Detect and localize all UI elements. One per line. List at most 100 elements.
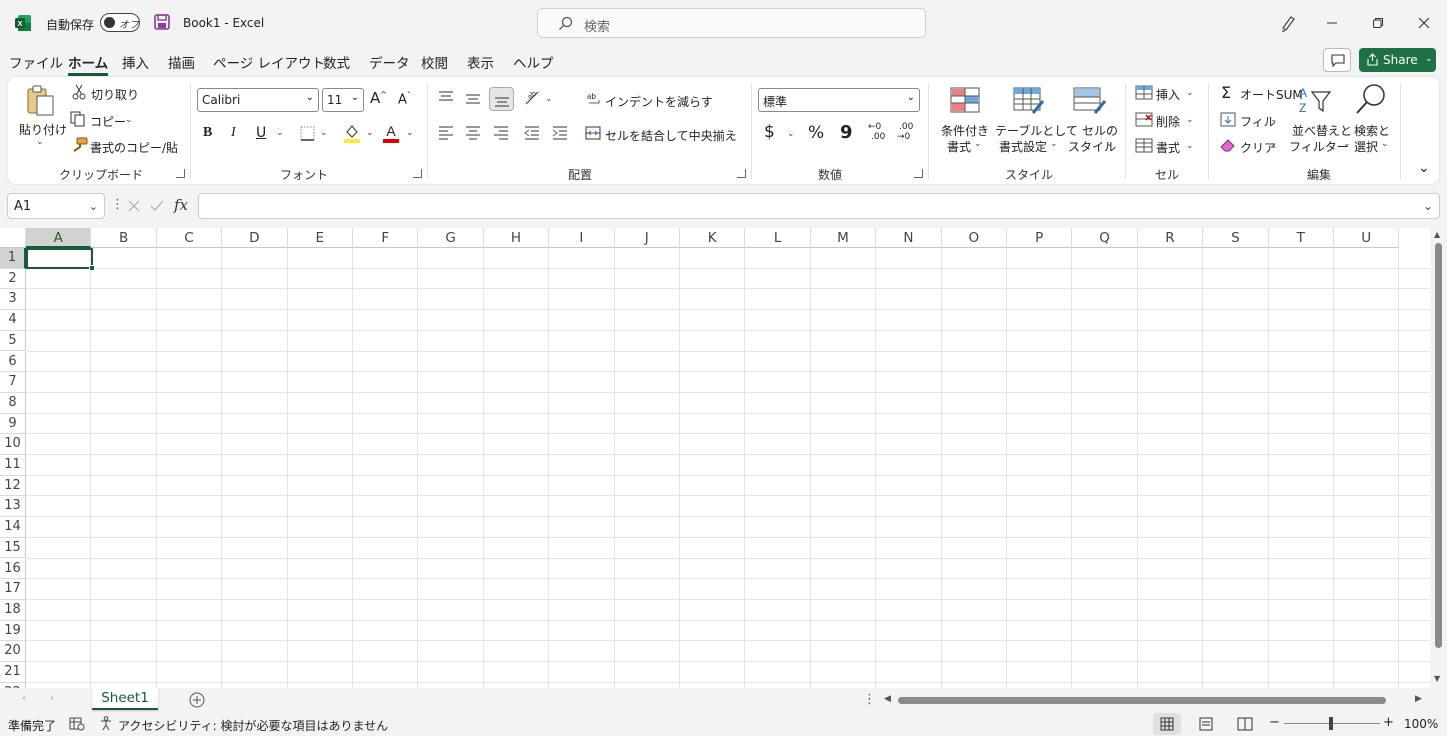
column-header-i[interactable]: I [549, 228, 615, 248]
autosum-button[interactable]: オートSUM [1240, 86, 1303, 103]
row-header-16[interactable]: 16 [0, 558, 26, 580]
row-header-6[interactable]: 6 [0, 351, 26, 373]
align-right-icon[interactable] [493, 126, 509, 140]
prev-sheet-icon[interactable]: ‹ [22, 693, 26, 704]
column-header-a[interactable]: A [26, 228, 92, 248]
row-header-7[interactable]: 7 [0, 372, 26, 393]
column-header-t[interactable]: T [1268, 228, 1334, 248]
row-header-9[interactable]: 9 [0, 413, 26, 435]
grow-font-icon[interactable]: A^ [370, 89, 387, 107]
active-cell[interactable] [26, 248, 93, 269]
workbook-stats-icon[interactable] [69, 717, 85, 731]
accessibility-status[interactable]: アクセシビリティ: 検討が必要な項目はありません [118, 717, 388, 734]
formula-input[interactable]: ⌄ [198, 193, 1440, 219]
more-options-icon[interactable]: ⋮ [111, 197, 124, 212]
increase-decimal-button[interactable]: ←0 .00 [868, 122, 890, 146]
borders-icon[interactable] [300, 126, 315, 141]
column-header-m[interactable]: M [810, 228, 877, 248]
share-button[interactable]: Share ⌄ [1359, 48, 1436, 72]
merge-center-button[interactable]: セルを結合して中央揃え [605, 127, 737, 144]
normal-view-button[interactable] [1153, 713, 1181, 735]
row-header-15[interactable]: 15 [0, 537, 26, 559]
pen-button[interactable] [1277, 12, 1299, 34]
horizontal-scroll-thumb[interactable] [898, 697, 1386, 704]
currency-button[interactable]: $ [764, 122, 775, 142]
font-name-select[interactable]: Calibri ⌄ [197, 88, 319, 112]
row-header-18[interactable]: 18 [0, 599, 26, 621]
fill-color-chevron-icon[interactable]: ⌄ [366, 128, 374, 138]
fill-handle[interactable] [89, 265, 95, 271]
autosave-toggle[interactable]: オフ [100, 13, 140, 32]
column-header-s[interactable]: S [1203, 228, 1269, 248]
row-header-4[interactable]: 4 [0, 310, 26, 331]
underline-button[interactable]: U [256, 125, 266, 141]
enter-icon[interactable] [150, 200, 164, 212]
column-header-n[interactable]: N [876, 228, 942, 248]
row-header-10[interactable]: 10 [0, 434, 26, 455]
orientation-chevron-icon[interactable]: ⌄ [545, 94, 553, 104]
column-header-o[interactable]: O [941, 228, 1007, 248]
cut-button[interactable]: 切り取り [91, 86, 139, 103]
close-button[interactable] [1413, 12, 1435, 34]
font-size-select[interactable]: 11 ⌄ [322, 88, 364, 112]
percent-button[interactable]: % [808, 123, 824, 143]
format-painter-button[interactable]: 書式のコピー/貼 [90, 139, 178, 156]
insert-cells-button[interactable]: 挿入 [1156, 86, 1180, 103]
chevron-down-icon[interactable]: ⌄ [1186, 141, 1194, 151]
row-header-13[interactable]: 13 [0, 496, 26, 518]
merge-chevron-icon[interactable]: ⌄ [730, 129, 738, 139]
tab-file[interactable]: ファイル [9, 52, 63, 72]
column-header-d[interactable]: D [222, 228, 288, 248]
align-bottom-button[interactable] [489, 87, 514, 111]
tab-help[interactable]: ヘルプ [513, 52, 554, 72]
orientation-icon[interactable]: ab [524, 90, 542, 106]
zoom-slider-thumb[interactable] [1329, 717, 1333, 730]
comma-button[interactable]: 9 [840, 122, 853, 143]
chevron-down-icon[interactable]: ⌄ [1270, 115, 1278, 125]
column-header-c[interactable]: C [156, 228, 223, 248]
tab-review[interactable]: 校閲 [421, 52, 448, 72]
font-color-chevron-icon[interactable]: ⌄ [406, 128, 414, 138]
search-box[interactable]: 検索 [537, 8, 926, 38]
decrease-indent-button[interactable]: インデントを減らす [605, 93, 713, 110]
row-header-14[interactable]: 14 [0, 517, 26, 538]
italic-button[interactable]: I [231, 125, 236, 141]
delete-cells-button[interactable]: 削除 [1156, 113, 1180, 130]
column-header-h[interactable]: H [483, 228, 550, 248]
save-icon[interactable] [154, 14, 170, 30]
column-header-f[interactable]: F [353, 228, 419, 248]
row-header-12[interactable]: 12 [0, 475, 26, 497]
tab-data[interactable]: データ [369, 52, 410, 72]
align-center-icon[interactable] [465, 126, 481, 140]
tab-home[interactable]: ホーム [68, 52, 109, 76]
decrease-decimal-button[interactable]: .00 →0 [897, 122, 919, 146]
spreadsheet-grid[interactable]: A B C D E F G H I J K L M N O P Q R S T U 1 2 3 4 5 6 7 8 9 10 11 12 13 14… [0, 228, 1430, 688]
number-format-select[interactable]: 標準 ⌄ [758, 88, 920, 112]
copy-button[interactable]: コピー [90, 113, 126, 130]
minimize-button[interactable] [1321, 12, 1343, 34]
page-break-icon[interactable] [1237, 717, 1253, 731]
underline-chevron-icon[interactable]: ⌄ [276, 128, 284, 138]
vertical-scroll-thumb[interactable] [1435, 243, 1442, 648]
maximize-button[interactable] [1367, 12, 1389, 34]
tab-draw[interactable]: 描画 [168, 52, 195, 72]
column-header-e[interactable]: E [287, 228, 353, 248]
column-header-r[interactable]: R [1137, 228, 1204, 248]
alignment-launcher-icon[interactable] [737, 169, 746, 178]
increase-indent-icon[interactable] [552, 126, 568, 140]
tab-options-icon[interactable]: ⋮ [863, 692, 876, 707]
bold-button[interactable]: B [203, 125, 212, 141]
column-header-p[interactable]: P [1007, 228, 1073, 248]
vertical-scrollbar[interactable]: ▲ ▼ [1430, 228, 1447, 688]
number-launcher-icon[interactable] [914, 169, 923, 178]
share-chevron-icon[interactable]: ⌄ [1425, 54, 1433, 64]
shrink-font-icon[interactable]: Aˇ [398, 91, 411, 107]
chevron-down-icon[interactable]: ⌄ [1270, 141, 1278, 151]
expand-formula-chevron-icon[interactable]: ⌄ [1423, 199, 1433, 213]
font-color-icon[interactable]: A [382, 123, 400, 143]
align-left-icon[interactable] [438, 126, 454, 140]
column-header-j[interactable]: J [614, 228, 680, 248]
accessibility-icon[interactable] [100, 716, 114, 731]
font-launcher-icon[interactable] [413, 169, 422, 178]
tab-formulas[interactable]: 数式 [323, 52, 350, 72]
